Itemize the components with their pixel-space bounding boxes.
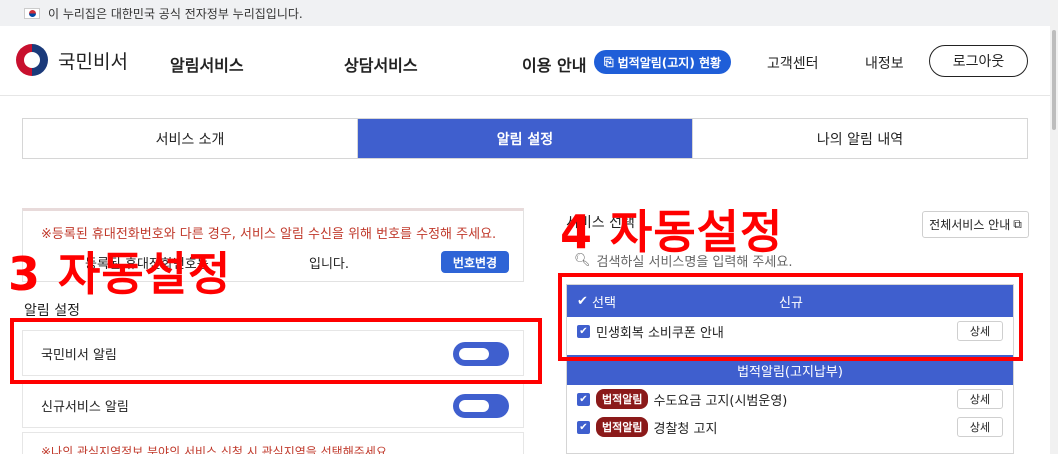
- site-header: 국민비서 알림서비스 상담서비스 이용 안내 ⎘ 법적알림(고지) 현황 고객센…: [0, 26, 1058, 96]
- gov-banner-text: 이 누리집은 대한민국 공식 전자정부 누리집입니다.: [48, 6, 303, 21]
- service-name: 수도요금 고지(시범운영): [653, 393, 788, 409]
- phone-suffix: 입니다.: [309, 257, 350, 272]
- nav-consult-service[interactable]: 상담서비스: [344, 52, 418, 76]
- legal-notice-status-label: 법적알림(고지) 현황: [617, 55, 722, 70]
- checkbox-checked-icon[interactable]: ✔: [577, 420, 590, 434]
- gov-banner: 이 누리집은 대한민국 공식 전자정부 누리집입니다.: [0, 0, 1058, 26]
- tab-my-alert-history[interactable]: 나의 알림 내역: [693, 119, 1027, 158]
- service-tabs: 서비스 소개 알림 설정 나의 알림 내역: [22, 118, 1028, 159]
- all-service-guide-button[interactable]: 전체서비스 안내 ⧉: [922, 211, 1029, 238]
- list-item[interactable]: ✔ 법적알림 경찰청 고지 상세: [567, 413, 1013, 441]
- korea-flag-icon: [24, 7, 40, 19]
- list-item[interactable]: ✔ 법적알림 수도요금 고지(시범운영) 상세: [567, 385, 1013, 413]
- annotation-box-3: [10, 318, 542, 384]
- logo-text: 국민비서: [58, 50, 128, 73]
- nav-usage-guide[interactable]: 이용 안내: [522, 52, 586, 76]
- tab-alert-settings[interactable]: 알림 설정: [358, 119, 693, 158]
- annotation-box-4: [558, 273, 1023, 361]
- site-logo[interactable]: 국민비서: [16, 44, 128, 76]
- notice-icon: ⎘: [604, 54, 614, 69]
- legal-notice-status-button[interactable]: ⎘ 법적알림(고지) 현황: [594, 50, 732, 74]
- nav-alert-service[interactable]: 알림서비스: [170, 52, 244, 76]
- annotation-label-4: 4 자동설정: [560, 205, 784, 259]
- region-warning-text: ※나의 관심지역정보 분야의 서비스 신청 시 관심지역을 선택해주세요.: [22, 432, 524, 454]
- annotation-label-3: 3 자동설정: [8, 247, 232, 301]
- toggle-label-new-service-alert: 신규서비스 알림: [41, 399, 129, 415]
- legal-alert-badge: 법적알림: [596, 417, 649, 437]
- scrollbar-thumb[interactable]: [1052, 30, 1056, 130]
- legal-alert-badge: 법적알림: [596, 389, 649, 409]
- toggle-row-new-service-alert: 신규서비스 알림: [22, 382, 524, 428]
- tab-service-intro[interactable]: 서비스 소개: [23, 119, 358, 158]
- checkbox-checked-icon[interactable]: ✔: [577, 392, 590, 406]
- new-service-alert-toggle[interactable]: [453, 394, 509, 418]
- all-service-guide-label: 전체서비스 안내: [929, 218, 1011, 232]
- change-number-button[interactable]: 번호변경: [441, 251, 509, 273]
- detail-button[interactable]: 상세: [957, 417, 1003, 437]
- logout-button[interactable]: 로그아웃: [929, 45, 1028, 77]
- nav-customer-center[interactable]: 고객센터: [767, 53, 819, 73]
- service-name: 경찰청 고지: [653, 421, 718, 437]
- nav-my-info[interactable]: 내정보: [865, 53, 904, 73]
- detail-button[interactable]: 상세: [957, 389, 1003, 409]
- government-emblem-icon: [16, 44, 48, 76]
- external-link-icon: ⧉: [1013, 217, 1022, 231]
